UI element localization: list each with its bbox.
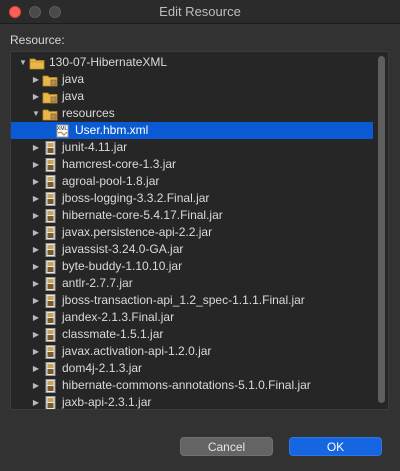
tree-item[interactable]: ▶ jaxb-api-2.3.1.jar	[11, 394, 373, 409]
tree-item[interactable]: ▶ hibernate-commons-annotations-5.1.0.Fin…	[11, 377, 373, 394]
tree-item[interactable]: ▶ javax.activation-api-1.2.0.jar	[11, 343, 373, 360]
expand-arrow-right-icon[interactable]: ▶	[30, 224, 42, 241]
tree-item-label: junit-4.11.jar	[62, 140, 128, 154]
tree-item-label: antlr-2.7.7.jar	[62, 276, 133, 290]
expand-arrow-right-icon[interactable]: ▶	[30, 207, 42, 224]
jar-file-icon	[42, 174, 58, 189]
tree-item[interactable]: ▶ hibernate-core-5.4.17.Final.jar	[11, 207, 373, 224]
resource-tree[interactable]: ▶ jaxb-api-2.3.1.jar ▶ hibernate-commons-an…	[10, 51, 389, 410]
expand-arrow-right-icon[interactable]: ▶	[30, 88, 42, 105]
title-bar[interactable]: Edit Resource	[0, 0, 400, 24]
jar-file-icon	[42, 242, 58, 257]
jar-file-icon	[42, 378, 58, 393]
tree-item[interactable]: ▶ byte-buddy-1.10.10.jar	[11, 258, 373, 275]
expand-arrow-right-icon[interactable]: ▶	[30, 71, 42, 88]
jar-file-icon	[42, 276, 58, 291]
expand-arrow-right-icon[interactable]: ▶	[30, 292, 42, 309]
jar-file-icon	[42, 344, 58, 359]
expand-arrow-down-icon[interactable]: ▼	[17, 54, 29, 71]
tree-item-label: java	[62, 89, 85, 103]
package-folder-icon	[42, 73, 58, 87]
tree-item[interactable]: ▶ jboss-logging-3.3.2.Final.jar	[11, 190, 373, 207]
tree-item-label: 130-07-HibernateXML	[49, 55, 168, 69]
expand-arrow-right-icon[interactable]: ▶	[30, 394, 42, 409]
tree-item-label: hamcrest-core-1.3.jar	[62, 157, 177, 171]
jar-file-icon	[42, 225, 58, 240]
tree-item-label: jboss-logging-3.3.2.Final.jar	[62, 191, 210, 205]
tree-item-label: hibernate-commons-annotations-5.1.0.Fina…	[62, 378, 311, 392]
jar-file-icon	[42, 140, 58, 155]
tree-item[interactable]: ▶ antlr-2.7.7.jar	[11, 275, 373, 292]
tree-item-label: User.hbm.xml	[75, 123, 149, 137]
project-folder-icon	[29, 56, 45, 70]
jar-file-icon	[42, 191, 58, 206]
tree-item[interactable]: XML User.hbm.xml	[11, 122, 373, 139]
vertical-scrollbar[interactable]	[376, 54, 386, 407]
expand-arrow-right-icon[interactable]: ▶	[30, 258, 42, 275]
jar-file-icon	[42, 293, 58, 308]
expand-arrow-right-icon[interactable]: ▶	[30, 190, 42, 207]
expand-arrow-right-icon[interactable]: ▶	[30, 377, 42, 394]
tree-item-label: jboss-transaction-api_1.2_spec-1.1.1.Fin…	[62, 293, 305, 307]
jar-file-icon	[42, 208, 58, 223]
tree-item-label: agroal-pool-1.8.jar	[62, 174, 160, 188]
tree-item[interactable]: ▶ hamcrest-core-1.3.jar	[11, 156, 373, 173]
expand-arrow-right-icon[interactable]: ▶	[30, 241, 42, 258]
jar-file-icon	[42, 259, 58, 274]
tree-item-label: resources	[62, 106, 115, 120]
package-folder-icon	[42, 90, 58, 104]
expand-arrow-right-icon[interactable]: ▶	[30, 275, 42, 292]
tree-item[interactable]: ▶ junit-4.11.jar	[11, 139, 373, 156]
scrollbar-thumb[interactable]	[378, 56, 385, 403]
xml-file-icon: XML	[55, 124, 71, 138]
expand-arrow-right-icon[interactable]: ▶	[30, 173, 42, 190]
tree-item-label: java	[62, 72, 85, 86]
edit-resource-dialog: Edit Resource Resource: ▶ jaxb-api-2.3.1.…	[0, 0, 400, 471]
jar-file-icon	[42, 157, 58, 172]
tree-item[interactable]: ▼ 130-07-HibernateXML	[11, 54, 373, 71]
tree-item[interactable]: ▶ jboss-transaction-api_1.2_spec-1.1.1.Fi…	[11, 292, 373, 309]
tree-item[interactable]: ▶ javassist-3.24.0-GA.jar	[11, 241, 373, 258]
expand-arrow-right-icon[interactable]: ▶	[30, 360, 42, 377]
tree-item-label: jaxb-api-2.3.1.jar	[62, 395, 152, 409]
expand-arrow-right-icon[interactable]: ▶	[30, 139, 42, 156]
ok-button[interactable]: OK	[289, 437, 382, 456]
package-folder-icon	[42, 107, 58, 121]
tree-item-label: javax.activation-api-1.2.0.jar	[62, 344, 212, 358]
cancel-button[interactable]: Cancel	[180, 437, 273, 456]
tree-item-label: byte-buddy-1.10.10.jar	[62, 259, 183, 273]
tree-item-label: jandex-2.1.3.Final.jar	[62, 310, 175, 324]
expand-arrow-right-icon[interactable]: ▶	[30, 156, 42, 173]
resource-label: Resource:	[10, 33, 65, 47]
tree-item-label: javax.persistence-api-2.2.jar	[62, 225, 213, 239]
tree-item[interactable]: ▶ javax.persistence-api-2.2.jar	[11, 224, 373, 241]
tree-item[interactable]: ▶ java	[11, 88, 373, 105]
jar-file-icon	[42, 310, 58, 325]
tree-item[interactable]: ▶ classmate-1.5.1.jar	[11, 326, 373, 343]
expand-arrow-right-icon[interactable]: ▶	[30, 343, 42, 360]
svg-text:XML: XML	[57, 126, 68, 132]
tree-item[interactable]: ▶ agroal-pool-1.8.jar	[11, 173, 373, 190]
jar-file-icon	[42, 395, 58, 409]
jar-file-icon	[42, 361, 58, 376]
window-title: Edit Resource	[159, 4, 241, 19]
expand-arrow-down-icon[interactable]: ▼	[30, 105, 42, 122]
expand-arrow-right-icon[interactable]: ▶	[30, 309, 42, 326]
jar-file-icon	[42, 327, 58, 342]
tree-item[interactable]: ▼ resources	[11, 105, 373, 122]
tree-item[interactable]: ▶ dom4j-2.1.3.jar	[11, 360, 373, 377]
tree-item[interactable]: ▶ java	[11, 71, 373, 88]
tree-item-label: dom4j-2.1.3.jar	[62, 361, 143, 375]
expand-arrow-right-icon[interactable]: ▶	[30, 326, 42, 343]
tree-item-label: hibernate-core-5.4.17.Final.jar	[62, 208, 223, 222]
tree-item-label: classmate-1.5.1.jar	[62, 327, 164, 341]
tree-item-label: javassist-3.24.0-GA.jar	[62, 242, 184, 256]
tree-item[interactable]: ▶ jandex-2.1.3.Final.jar	[11, 309, 373, 326]
